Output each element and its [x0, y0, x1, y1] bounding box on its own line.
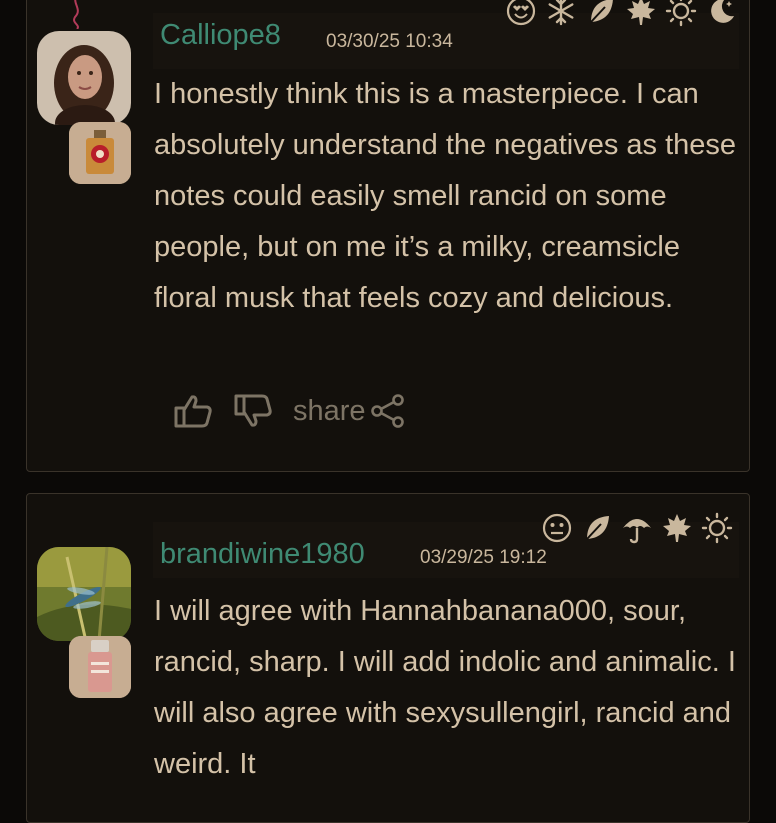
- perfume-thumbnail[interactable]: [69, 636, 131, 698]
- review-card: brandiwine1980 03/29/25 19:12 I will agr…: [26, 493, 750, 823]
- perfume-thumbnail[interactable]: [69, 122, 131, 184]
- decorative-ribbon: [73, 0, 79, 29]
- season-icons: [505, 0, 737, 27]
- love-icon: [506, 0, 536, 26]
- share-icon[interactable]: [370, 393, 406, 429]
- maple-leaf-icon: [627, 0, 655, 25]
- umbrella-icon: [623, 519, 651, 544]
- review-text: I honestly think this is a masterpiece. …: [154, 78, 737, 314]
- thumbs-up-icon[interactable]: [173, 393, 215, 429]
- maple-leaf-icon: [663, 514, 691, 542]
- thumbs-down-icon[interactable]: [233, 393, 275, 429]
- season-icons: [541, 512, 733, 544]
- review-date: 03/30/25 10:34: [326, 31, 453, 52]
- avatar[interactable]: [37, 31, 131, 125]
- username[interactable]: brandiwine1980: [160, 538, 365, 571]
- sun-icon: [665, 0, 697, 27]
- username[interactable]: Calliope8: [160, 19, 281, 52]
- leaf-icon: [590, 0, 613, 23]
- leaf-icon: [586, 516, 609, 540]
- share-label[interactable]: share: [293, 395, 366, 428]
- review-date: 03/29/25 19:12: [420, 547, 547, 568]
- avatar[interactable]: [37, 547, 131, 641]
- review-card: Calliope8 03/30/25 10:34 I honestly thin…: [26, 0, 750, 472]
- neutral-face-icon: [542, 513, 572, 543]
- snowflake-icon: [548, 0, 574, 26]
- review-text: I will agree with Hannahbanana000, sour,…: [154, 595, 736, 780]
- review-actions: share: [173, 393, 406, 429]
- moon-icon: [711, 0, 734, 23]
- sun-icon: [701, 512, 733, 544]
